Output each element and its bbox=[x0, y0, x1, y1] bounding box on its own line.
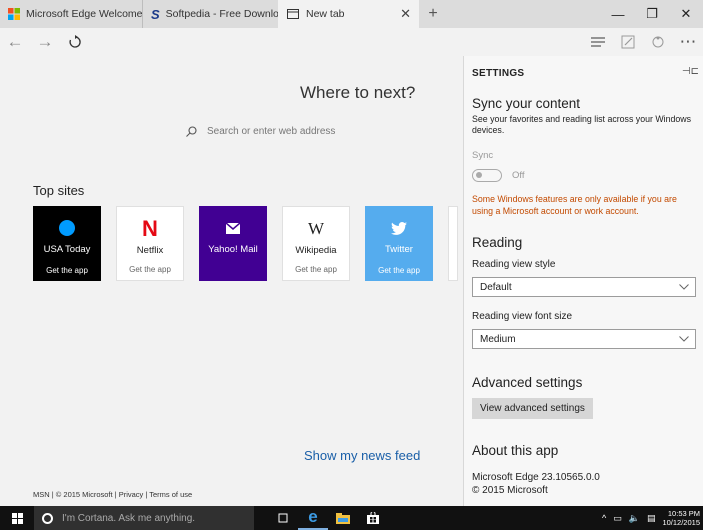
usa-today-logo-icon bbox=[59, 219, 75, 237]
tab-softpedia[interactable]: S Softpedia - Free Downloads bbox=[142, 0, 296, 28]
tile-netflix[interactable]: N Netflix Get the app bbox=[116, 206, 184, 281]
new-tab-page: Where to next? Search or enter web addre… bbox=[0, 56, 463, 506]
advanced-heading: Advanced settings bbox=[472, 375, 583, 390]
tile-usa-today[interactable]: USA Today Get the app bbox=[33, 206, 101, 281]
hub-icon[interactable] bbox=[583, 28, 613, 56]
tab-icon bbox=[286, 7, 300, 21]
reading-font-select[interactable]: Medium bbox=[472, 329, 696, 349]
windows-logo-icon bbox=[8, 7, 20, 21]
tile-partial[interactable] bbox=[448, 206, 458, 281]
about-copyright: © 2015 Microsoft bbox=[472, 485, 548, 496]
file-explorer-icon[interactable] bbox=[328, 506, 358, 530]
sync-description: See your favorites and reading list acro… bbox=[472, 114, 692, 135]
tile-get-app[interactable]: Get the app bbox=[129, 265, 171, 274]
tile-name: Wikipedia bbox=[295, 245, 337, 256]
twitter-bird-icon bbox=[391, 219, 407, 237]
settings-panel: SETTINGS ⊣⊏ Sync your content See your f… bbox=[463, 56, 703, 506]
tab-label: Softpedia - Free Downloads bbox=[165, 8, 296, 20]
reading-font-label: Reading view font size bbox=[472, 311, 573, 322]
search-input[interactable]: Search or enter web address bbox=[186, 120, 466, 142]
tile-yahoo-mail[interactable]: Yahoo! Mail bbox=[199, 206, 267, 281]
tile-twitter[interactable]: Twitter Get the app bbox=[365, 206, 433, 281]
settings-title: SETTINGS bbox=[472, 68, 525, 79]
start-button[interactable] bbox=[0, 506, 34, 530]
reading-style-value: Default bbox=[480, 281, 512, 293]
sync-warning: Some Windows features are only available… bbox=[472, 194, 677, 216]
envelope-icon bbox=[226, 219, 240, 237]
tile-get-app[interactable]: Get the app bbox=[46, 266, 88, 275]
search-icon bbox=[186, 125, 197, 137]
toggle-track bbox=[472, 169, 502, 182]
reading-style-select[interactable]: Default bbox=[472, 277, 696, 297]
more-icon[interactable]: ⋯ bbox=[673, 28, 703, 56]
softpedia-icon: S bbox=[151, 6, 160, 22]
clock-date: 10/12/2015 bbox=[662, 518, 700, 527]
chevron-down-icon bbox=[679, 284, 689, 290]
taskbar: I'm Cortana. Ask me anything. e ^ ▭ 🔈 ▤ … bbox=[0, 506, 703, 530]
close-window-icon[interactable]: ✕ bbox=[669, 0, 703, 28]
about-heading: About this app bbox=[472, 443, 559, 458]
sync-label: Sync bbox=[472, 150, 494, 161]
search-placeholder: Search or enter web address bbox=[207, 125, 336, 137]
tab-bar: Microsoft Edge Welcome S Softpedia - Fre… bbox=[0, 0, 703, 28]
tile-name: Netflix bbox=[136, 245, 164, 256]
refresh-icon[interactable] bbox=[60, 28, 90, 56]
edge-taskbar-icon[interactable]: e bbox=[298, 506, 328, 530]
tile-get-app[interactable]: Get the app bbox=[295, 265, 337, 274]
nav-bar: ← → ⋯ bbox=[0, 28, 703, 56]
chevron-down-icon bbox=[679, 336, 689, 342]
store-icon[interactable] bbox=[358, 506, 388, 530]
tile-name: USA Today bbox=[43, 244, 91, 255]
clock[interactable]: 10:53 PM 10/12/2015 bbox=[662, 509, 700, 527]
chevron-up-icon[interactable]: ^ bbox=[602, 513, 606, 523]
sync-heading: Sync your content bbox=[472, 96, 581, 111]
task-view-icon[interactable] bbox=[268, 506, 298, 530]
sync-state: Off bbox=[512, 170, 525, 181]
back-icon[interactable]: ← bbox=[0, 28, 30, 56]
about-version: Microsoft Edge 23.10565.0.0 bbox=[472, 472, 600, 483]
volume-icon[interactable]: 🔈 bbox=[629, 513, 640, 524]
tile-get-app[interactable]: Get the app bbox=[378, 266, 420, 275]
pin-icon[interactable]: ⊣⊏ bbox=[682, 66, 699, 77]
tile-name: Twitter bbox=[385, 244, 413, 255]
minimize-icon[interactable]: — bbox=[601, 0, 635, 28]
network-icon[interactable]: ▭ bbox=[613, 513, 622, 524]
show-news-feed-link[interactable]: Show my news feed bbox=[304, 448, 420, 463]
cortana-icon bbox=[42, 512, 53, 524]
tab-edge-welcome[interactable]: Microsoft Edge Welcome bbox=[0, 0, 143, 28]
tile-wikipedia[interactable]: W Wikipedia Get the app bbox=[282, 206, 350, 281]
cortana-placeholder: I'm Cortana. Ask me anything. bbox=[62, 512, 196, 524]
cortana-search-box[interactable]: I'm Cortana. Ask me anything. bbox=[34, 506, 254, 530]
page-heading: Where to next? bbox=[300, 83, 416, 102]
top-sites-grid: USA Today Get the app N Netflix Get the … bbox=[33, 206, 458, 281]
tab-label: Microsoft Edge Welcome bbox=[26, 8, 143, 20]
web-note-icon[interactable] bbox=[613, 28, 643, 56]
share-icon[interactable] bbox=[643, 28, 673, 56]
reading-style-label: Reading view style bbox=[472, 259, 556, 270]
reading-font-value: Medium bbox=[480, 333, 516, 345]
tab-new-tab[interactable]: New tab ✕ bbox=[278, 0, 419, 28]
wikipedia-logo-icon: W bbox=[307, 219, 325, 238]
page-footer: MSN | © 2015 Microsoft | Privacy | Terms… bbox=[33, 490, 193, 499]
tab-label: New tab bbox=[306, 8, 345, 20]
new-tab-button[interactable]: + bbox=[419, 0, 447, 28]
clock-time: 10:53 PM bbox=[667, 509, 700, 518]
tile-name: Yahoo! Mail bbox=[208, 244, 258, 255]
sync-toggle[interactable]: Off bbox=[472, 169, 525, 182]
windows-start-icon bbox=[11, 512, 23, 524]
view-advanced-settings-button[interactable]: View advanced settings bbox=[472, 398, 593, 419]
forward-icon[interactable]: → bbox=[30, 28, 60, 56]
top-sites-heading: Top sites bbox=[33, 183, 85, 198]
reading-heading: Reading bbox=[472, 235, 523, 250]
close-tab-icon[interactable]: ✕ bbox=[400, 6, 411, 22]
notifications-icon[interactable]: ▤ bbox=[647, 513, 656, 524]
restore-icon[interactable]: ❐ bbox=[635, 0, 669, 28]
netflix-logo-icon: N bbox=[142, 216, 158, 241]
